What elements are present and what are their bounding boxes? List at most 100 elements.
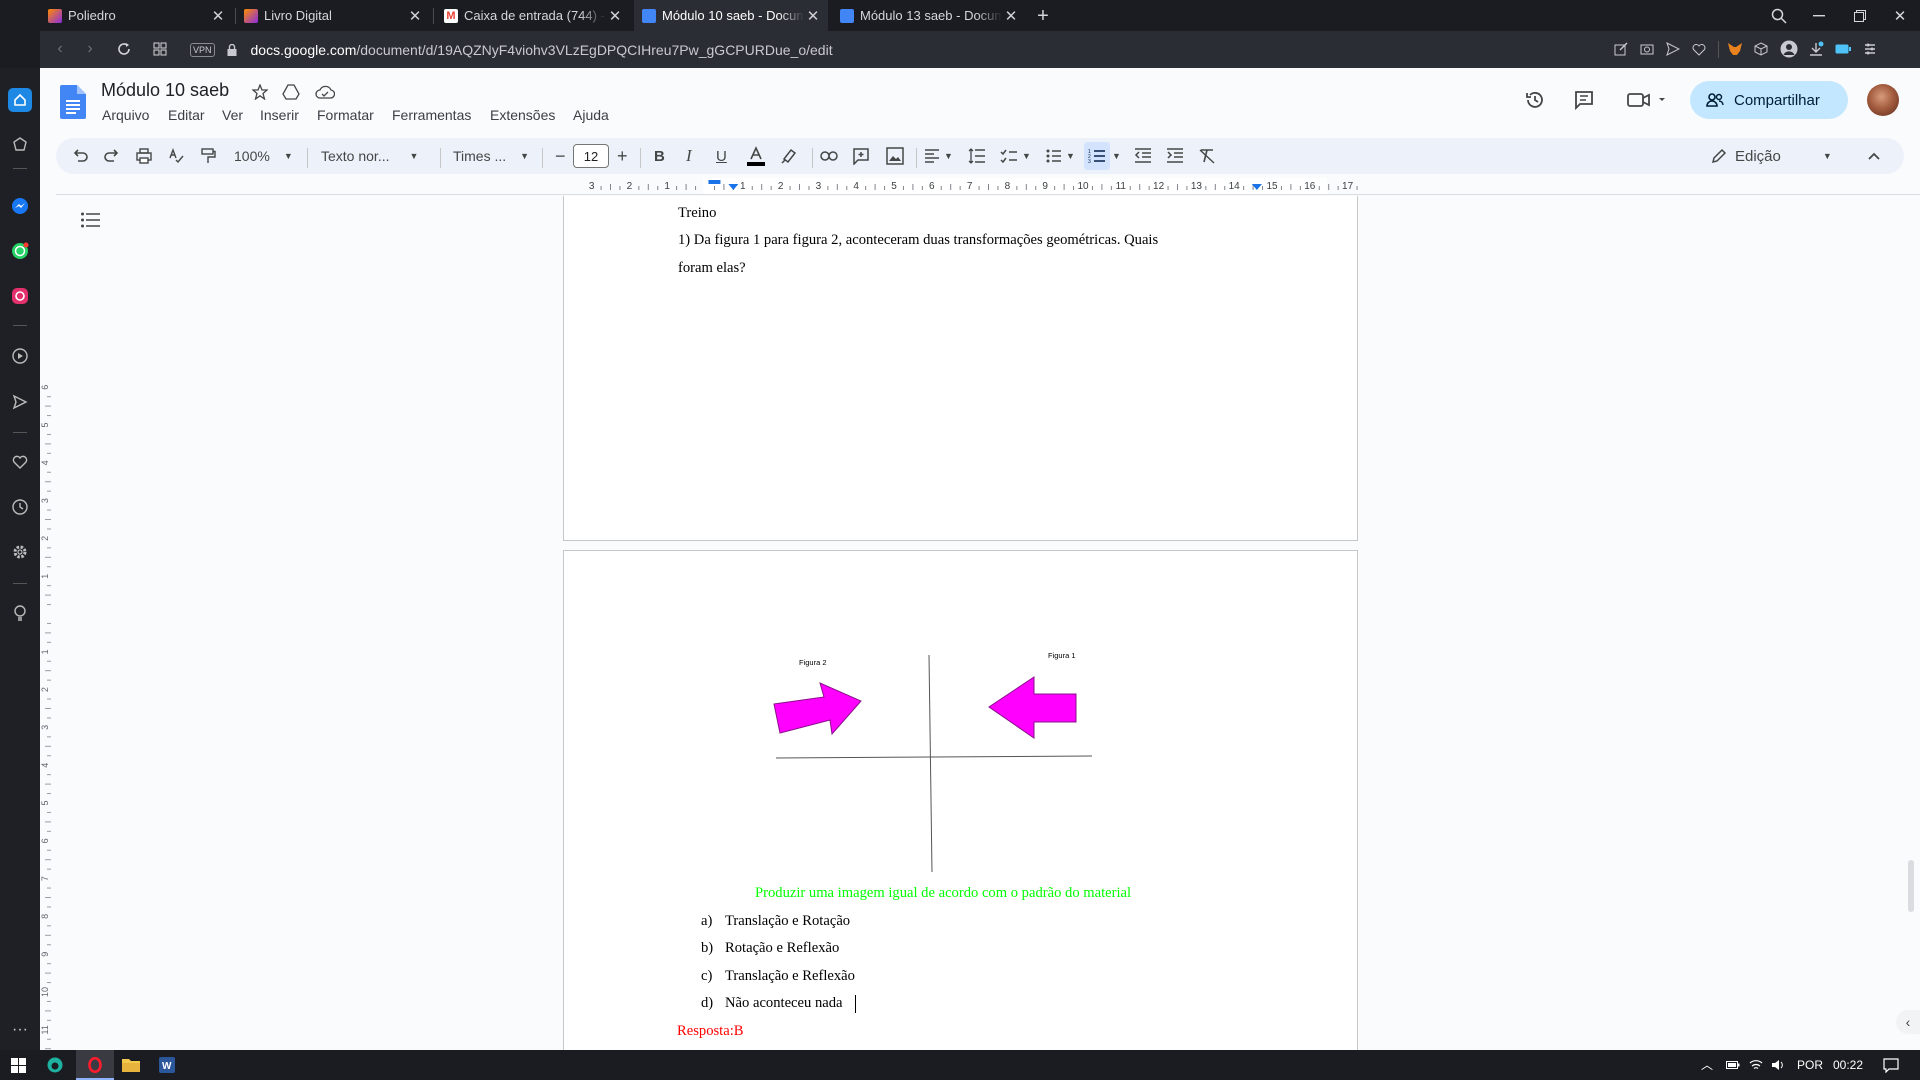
send-page-icon[interactable]: [1664, 40, 1682, 58]
menu-extensoes[interactable]: Extensões: [490, 107, 555, 123]
add-comment-icon[interactable]: [852, 138, 874, 174]
edge-taskbar-icon[interactable]: [46, 1056, 64, 1074]
volume-icon[interactable]: [1770, 1057, 1786, 1073]
close-tab-icon[interactable]: ✕: [804, 7, 822, 25]
bold-icon[interactable]: B: [654, 138, 668, 174]
profile-icon[interactable]: [1779, 39, 1799, 59]
wifi-icon[interactable]: [1748, 1057, 1764, 1073]
italic-icon[interactable]: I: [686, 138, 700, 174]
green-note-text[interactable]: Produzir uma imagem igual de acordo com …: [755, 885, 1131, 902]
text-color-icon[interactable]: [746, 138, 768, 174]
question-text[interactable]: 1) Da figura 1 para figura 2, acontecera…: [678, 232, 1158, 249]
tab-poliedro[interactable]: Poliedro ✕: [40, 0, 233, 31]
lock-icon[interactable]: [227, 43, 237, 56]
whatsapp-icon[interactable]: [10, 241, 30, 261]
close-window-icon[interactable]: ✕: [1889, 5, 1911, 27]
metamask-extension-icon[interactable]: [1726, 40, 1744, 58]
bullet-list-dropdown[interactable]: ▼: [1046, 138, 1080, 174]
font-select[interactable]: Times ... ▼: [453, 138, 533, 174]
option-c-text[interactable]: Translação e Reflexão: [725, 968, 855, 985]
file-explorer-taskbar-icon[interactable]: [122, 1056, 140, 1074]
battery-saver-icon[interactable]: [1833, 40, 1853, 58]
question-text-continued[interactable]: foram elas?: [678, 260, 746, 277]
style-select[interactable]: Texto nor... ▼: [321, 138, 431, 174]
insert-link-icon[interactable]: [820, 138, 842, 174]
underline-icon[interactable]: U: [716, 138, 730, 174]
home-icon[interactable]: [8, 88, 32, 112]
transformation-figure[interactable]: Figura 2 Figura 1: [760, 645, 1100, 875]
send-icon[interactable]: [10, 392, 30, 412]
undo-icon[interactable]: [72, 138, 92, 174]
print-icon[interactable]: [136, 138, 156, 174]
tab-livro-digital[interactable]: Livro Digital ✕: [236, 0, 430, 31]
restore-icon[interactable]: [1849, 5, 1871, 27]
search-tabs-icon[interactable]: [1768, 5, 1790, 27]
tab-modulo-10[interactable]: Módulo 10 saeb - Docume ✕: [634, 0, 828, 31]
minimize-icon[interactable]: [1808, 5, 1830, 27]
font-size-input[interactable]: 12: [573, 144, 609, 168]
increase-font-size-icon[interactable]: +: [617, 138, 631, 174]
battery-icon[interactable]: [1725, 1058, 1741, 1072]
menu-ajuda[interactable]: Ajuda: [573, 107, 609, 123]
menu-editar[interactable]: Editar: [168, 107, 205, 123]
bookmark-heart-icon[interactable]: [1690, 40, 1708, 58]
avatar[interactable]: [1867, 84, 1899, 116]
menu-arquivo[interactable]: Arquivo: [102, 107, 149, 123]
opera-taskbar-icon[interactable]: [86, 1056, 104, 1074]
close-tab-icon[interactable]: ✕: [209, 7, 227, 25]
docs-logo-icon[interactable]: [60, 84, 86, 120]
close-tab-icon[interactable]: ✕: [1002, 7, 1020, 25]
spellcheck-icon[interactable]: [168, 138, 188, 174]
highlight-icon[interactable]: [780, 138, 802, 174]
messenger-icon[interactable]: [10, 196, 30, 216]
cloud-saved-icon[interactable]: [313, 81, 337, 103]
clock-time[interactable]: 00:22: [1833, 1058, 1863, 1072]
notifications-icon[interactable]: [1882, 1056, 1900, 1074]
align-dropdown[interactable]: ▼: [924, 138, 958, 174]
option-b-text[interactable]: Rotação e Reflexão: [725, 940, 839, 957]
extensions-cube-icon[interactable]: [1752, 40, 1770, 58]
side-panel-toggle-icon[interactable]: ‹: [1896, 1010, 1920, 1034]
close-tab-icon[interactable]: ✕: [406, 7, 424, 25]
tabs-grid-icon[interactable]: [150, 39, 170, 59]
easy-setup-icon[interactable]: [1860, 40, 1880, 58]
show-hidden-icons-icon[interactable]: ︿: [1701, 1056, 1713, 1073]
menu-formatar[interactable]: Formatar: [317, 107, 374, 123]
document-title[interactable]: Módulo 10 saeb: [101, 80, 229, 101]
tab-modulo-13[interactable]: Módulo 13 saeb - Docume ✕: [832, 0, 1026, 31]
download-icon[interactable]: [1806, 39, 1826, 59]
option-a-text[interactable]: Translação e Rotação: [725, 913, 850, 930]
url-field[interactable]: VPN docs.google.com/document/d/19AQZNyF4…: [190, 37, 1650, 62]
back-icon[interactable]: ‹: [50, 39, 70, 59]
move-to-drive-icon[interactable]: [280, 81, 302, 103]
tab-gmail[interactable]: M Caixa de entrada (744) - ca ✕: [436, 0, 630, 31]
edit-page-icon[interactable]: [1612, 40, 1630, 58]
menu-inserir[interactable]: Inserir: [260, 107, 299, 123]
collapse-menus-icon[interactable]: [1868, 138, 1884, 174]
camera-icon[interactable]: [1638, 40, 1656, 58]
section-heading[interactable]: Treino: [678, 205, 716, 222]
decrease-font-size-icon[interactable]: −: [555, 138, 569, 174]
insert-image-icon[interactable]: [886, 138, 908, 174]
document-outline-icon[interactable]: [80, 210, 102, 230]
player-icon[interactable]: [10, 346, 30, 366]
share-button[interactable]: Compartilhar: [1690, 81, 1848, 119]
cube-icon[interactable]: [10, 134, 30, 154]
vertical-scrollbar-thumb[interactable]: [1908, 860, 1914, 912]
reload-icon[interactable]: [114, 39, 134, 59]
answer-text[interactable]: Resposta:B: [677, 1023, 743, 1040]
line-spacing-icon[interactable]: [968, 138, 990, 174]
settings-icon[interactable]: [10, 542, 30, 562]
lightbulb-icon[interactable]: [10, 603, 30, 623]
version-history-icon[interactable]: [1523, 88, 1547, 112]
clear-formatting-icon[interactable]: [1198, 138, 1220, 174]
decrease-indent-icon[interactable]: [1134, 138, 1156, 174]
vpn-badge[interactable]: VPN: [190, 42, 215, 57]
history-icon[interactable]: [10, 497, 30, 517]
option-d-text[interactable]: Não aconteceu nada: [725, 995, 843, 1012]
close-tab-icon[interactable]: ✕: [606, 7, 624, 25]
word-taskbar-icon[interactable]: W: [158, 1056, 176, 1074]
input-language[interactable]: POR: [1797, 1058, 1823, 1072]
menu-ver[interactable]: Ver: [222, 107, 243, 123]
meet-call-icon[interactable]: [1625, 88, 1669, 112]
